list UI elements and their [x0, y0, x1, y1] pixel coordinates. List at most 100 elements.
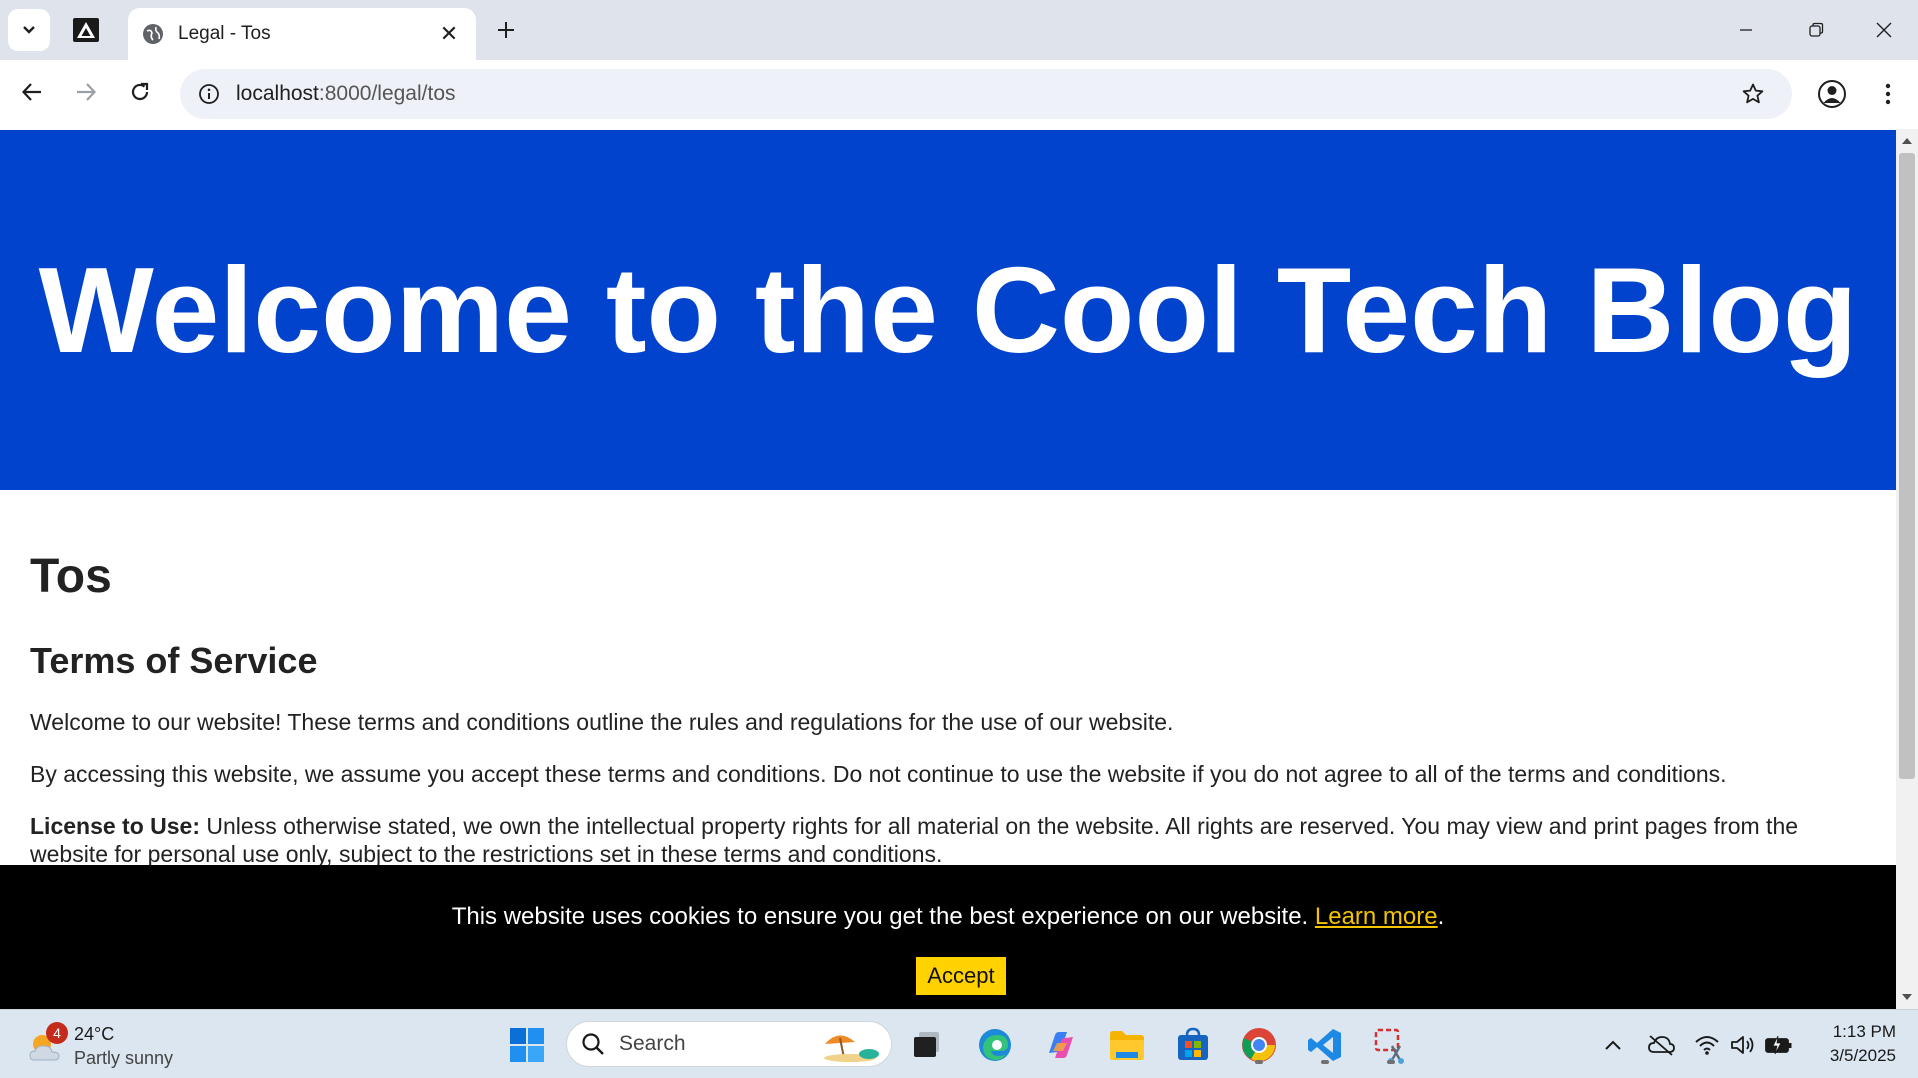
clock-time: 1:13 PM	[1832, 1022, 1896, 1041]
taskbar-file-explorer[interactable]	[1106, 1024, 1148, 1066]
app-logo-icon	[73, 18, 99, 42]
back-button[interactable]	[12, 72, 52, 112]
tab-search-button[interactable]	[8, 9, 50, 51]
address-bar[interactable]: localhost:8000/legal/tos	[180, 69, 1792, 119]
minimize-button[interactable]	[1726, 10, 1766, 50]
chevron-up-icon	[1605, 1040, 1621, 1050]
tab-strip: Legal - Tos ✕	[0, 0, 1918, 60]
chrome-icon	[1242, 1028, 1276, 1062]
vertical-scrollbar[interactable]	[1896, 129, 1918, 1009]
battery-charging-icon	[1765, 1035, 1792, 1055]
show-hidden-icons-button[interactable]	[1598, 1030, 1628, 1060]
taskbar: 4 24°C Partly sunny Search 1:13 PM 3/5/2…	[0, 1009, 1918, 1078]
clock-date: 3/5/2025	[1829, 1046, 1896, 1065]
url-host: localhost	[236, 82, 319, 105]
onedrive-status[interactable]	[1646, 1030, 1676, 1060]
browser-toolbar: localhost:8000/legal/tos	[0, 60, 1918, 129]
reload-button[interactable]	[120, 72, 160, 112]
license-label: License to Use:	[30, 813, 200, 839]
copilot-icon	[1049, 1032, 1073, 1058]
taskbar-copilot[interactable]	[1040, 1024, 1082, 1066]
paragraph: By accessing this website, we assume you…	[30, 761, 1727, 787]
back-arrow-icon	[21, 83, 41, 101]
main-content: Tos Terms of Service Welcome to our webs…	[30, 549, 1880, 892]
speaker-icon	[1731, 1036, 1754, 1054]
taskbar-search[interactable]: Search	[566, 1021, 892, 1067]
store-icon	[1178, 1027, 1208, 1060]
section-title: Terms of Service	[30, 640, 318, 681]
url-path: :8000/legal/tos	[318, 82, 456, 105]
new-tab-button[interactable]	[490, 14, 522, 46]
weather-temperature: 24°C	[74, 1024, 115, 1044]
cloud-offline-icon	[1648, 1035, 1675, 1056]
cookie-message-suffix: .	[1437, 903, 1445, 930]
bookmark-button[interactable]	[1736, 77, 1770, 111]
reload-icon	[131, 82, 149, 101]
close-window-button[interactable]	[1864, 10, 1904, 50]
license-paragraph: License to Use: Unless otherwise stated,…	[30, 812, 1880, 868]
close-icon	[1876, 22, 1892, 38]
running-indicator	[1321, 1060, 1329, 1064]
star-icon	[1742, 83, 1764, 104]
pinned-tab[interactable]	[72, 17, 100, 43]
snipping-tool-icon	[1374, 1028, 1404, 1064]
volume-status[interactable]	[1728, 1030, 1758, 1060]
weather-widget[interactable]: 4 24°C Partly sunny	[26, 1022, 186, 1070]
scroll-down-arrow-icon[interactable]	[1896, 989, 1918, 1005]
forward-button[interactable]	[66, 72, 106, 112]
more-vertical-icon	[1885, 83, 1891, 105]
license-text: Unless otherwise stated, we own the inte…	[30, 813, 1799, 867]
start-button[interactable]	[506, 1024, 548, 1066]
vscode-icon	[1308, 1029, 1341, 1061]
running-indicator	[1387, 1060, 1395, 1064]
page-title: Tos	[30, 550, 112, 603]
battery-status[interactable]	[1764, 1030, 1794, 1060]
search-label: Search	[619, 1032, 686, 1055]
weather-description: Partly sunny	[74, 1048, 174, 1068]
restore-icon	[1809, 22, 1824, 37]
site-info-button[interactable]	[192, 77, 226, 111]
tab-legal-tos[interactable]: Legal - Tos ✕	[128, 8, 476, 60]
edge-browser-icon	[979, 1029, 1011, 1061]
account-icon	[1818, 80, 1846, 108]
system-clock[interactable]: 1:13 PM 3/5/2025	[1796, 1020, 1896, 1068]
windows-start-icon	[510, 1028, 544, 1062]
profile-button[interactable]	[1812, 74, 1852, 114]
taskbar-snipping-tool[interactable]	[1370, 1024, 1412, 1066]
chevron-down-icon	[23, 26, 35, 34]
hero-banner: Welcome to the Cool Tech Blog	[0, 130, 1896, 490]
scrollbar-thumb[interactable]	[1899, 153, 1915, 779]
taskbar-edge[interactable]	[974, 1024, 1016, 1066]
beach-umbrella-icon	[824, 1035, 879, 1062]
taskbar-chrome[interactable]	[1238, 1024, 1280, 1066]
tab-title: Legal - Tos	[178, 23, 271, 44]
info-icon	[199, 84, 219, 104]
task-view-button[interactable]	[906, 1024, 948, 1066]
taskbar-store[interactable]	[1172, 1024, 1214, 1066]
wifi-status[interactable]	[1692, 1030, 1722, 1060]
weather-badge: 4	[46, 1022, 68, 1044]
hero-title: Welcome to the Cool Tech Blog	[38, 242, 1858, 378]
plus-icon	[498, 22, 514, 38]
task-view-icon	[914, 1032, 939, 1057]
cookie-message-text: This website uses cookies to ensure you …	[451, 903, 1315, 930]
folder-icon	[1110, 1031, 1144, 1060]
cookie-banner: This website uses cookies to ensure you …	[0, 865, 1896, 1009]
learn-more-link[interactable]: Learn more	[1315, 903, 1438, 930]
running-indicator	[1255, 1060, 1263, 1064]
taskbar-vscode[interactable]	[1304, 1024, 1346, 1066]
search-icon	[582, 1033, 604, 1055]
page-viewport: Welcome to the Cool Tech Blog Tos Terms …	[0, 129, 1896, 1009]
url-text: localhost:8000/legal/tos	[236, 82, 456, 106]
wifi-icon	[1695, 1036, 1719, 1055]
paragraph: Welcome to our website! These terms and …	[30, 709, 1174, 735]
scroll-up-arrow-icon[interactable]	[1896, 133, 1918, 149]
accept-cookies-button[interactable]: Accept	[916, 957, 1006, 995]
cookie-message: This website uses cookies to ensure you …	[0, 903, 1896, 931]
browser-menu-button[interactable]	[1870, 74, 1906, 114]
forward-arrow-icon	[77, 83, 97, 101]
globe-icon	[143, 24, 163, 44]
restore-button[interactable]	[1796, 10, 1836, 50]
tab-close-icon[interactable]: ✕	[434, 19, 464, 49]
minimize-icon	[1740, 29, 1752, 31]
